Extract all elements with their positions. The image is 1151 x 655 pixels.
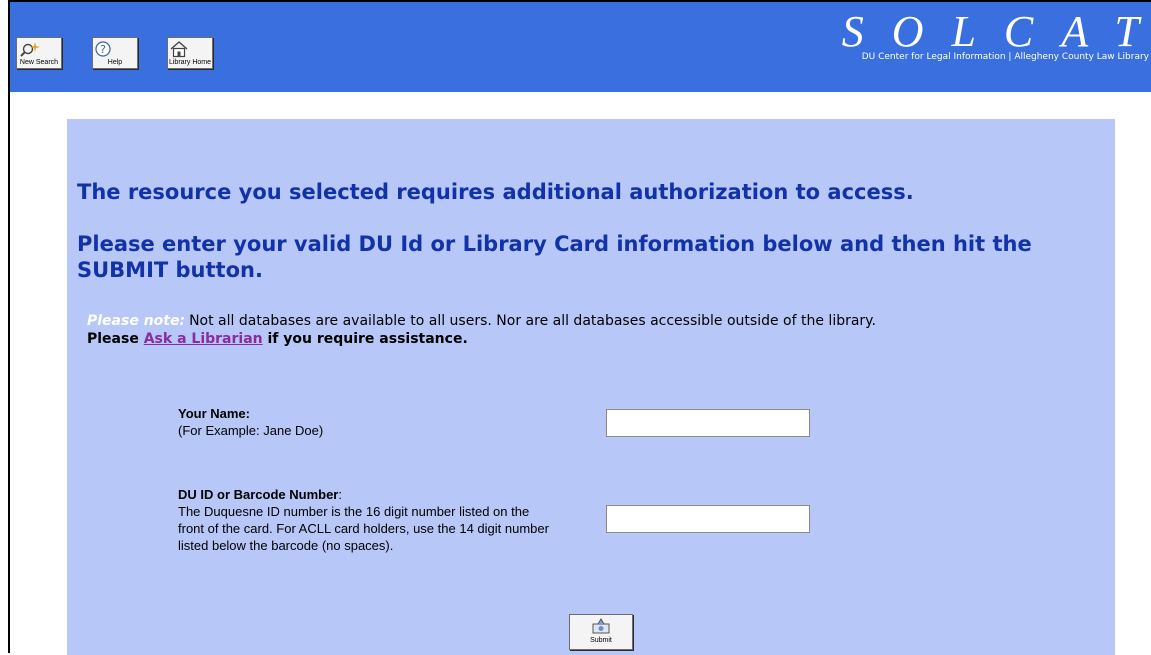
note-label: Please note: bbox=[87, 313, 186, 329]
logo-text: SOLCAT bbox=[841, 7, 1151, 56]
magnifier-sparkle-icon bbox=[20, 42, 40, 57]
instruction-heading: Please enter your valid DU Id or Library… bbox=[77, 232, 1032, 282]
id-field-label-colon: : bbox=[338, 487, 342, 502]
header-bar: New Search ? Help Library Home SOLCAT DU… bbox=[10, 2, 1151, 92]
id-field-label-block: DU ID or Barcode Number: The Duquesne ID… bbox=[178, 486, 558, 554]
new-search-label: New Search bbox=[19, 59, 59, 66]
library-home-label: Library Home bbox=[168, 59, 211, 66]
id-field-label: DU ID or Barcode Number bbox=[178, 487, 339, 502]
note-assistance-suffix: if you require assistance. bbox=[262, 331, 468, 347]
submit-button[interactable]: Submit bbox=[569, 614, 633, 650]
authorization-heading: The resource you selected requires addit… bbox=[77, 180, 914, 204]
page-frame: New Search ? Help Library Home SOLCAT DU… bbox=[8, 0, 1151, 655]
barcode-input[interactable] bbox=[606, 505, 810, 533]
svg-text:?: ? bbox=[100, 43, 106, 56]
new-search-button[interactable]: New Search bbox=[16, 37, 62, 69]
house-icon bbox=[170, 41, 188, 58]
note-text: Not all databases are available to all u… bbox=[189, 313, 876, 329]
library-home-button[interactable]: Library Home bbox=[167, 37, 213, 69]
solcat-logo: SOLCAT DU Center for Legal Information |… bbox=[709, 10, 1149, 70]
help-button[interactable]: ? Help bbox=[92, 37, 138, 69]
note-block: Please note: Not all databases are availa… bbox=[87, 312, 1067, 348]
name-field-example: (For Example: Jane Doe) bbox=[178, 423, 324, 438]
submit-icon bbox=[592, 618, 610, 634]
name-input[interactable] bbox=[606, 409, 810, 437]
submit-label: Submit bbox=[590, 637, 612, 644]
question-circle-icon: ? bbox=[95, 41, 111, 57]
id-field-help: The Duquesne ID number is the 16 digit n… bbox=[178, 504, 549, 553]
note-assistance-prefix: Please bbox=[87, 331, 144, 347]
name-field-label: Your Name: bbox=[178, 406, 250, 421]
authorization-panel: The resource you selected requires addit… bbox=[67, 119, 1115, 655]
note-assistance-line: Please Ask a Librarian if you require as… bbox=[87, 331, 468, 347]
help-label: Help bbox=[107, 59, 123, 66]
ask-a-librarian-link[interactable]: Ask a Librarian bbox=[144, 331, 263, 347]
logo-subtitle: DU Center for Legal Information | Allegh… bbox=[861, 52, 1149, 62]
name-field-label-block: Your Name: (For Example: Jane Doe) bbox=[178, 405, 323, 439]
